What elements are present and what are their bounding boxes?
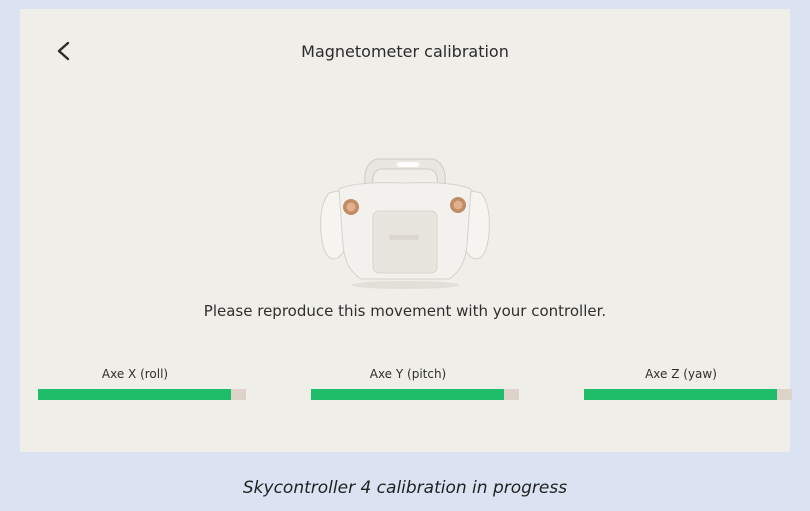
axis-x-label: Axe X (roll) bbox=[101, 367, 169, 381]
axis-y-progress: Axe Y (pitch) bbox=[311, 367, 519, 400]
calibration-screen: Magnetometer calibration Please reproduc… bbox=[20, 9, 792, 452]
instruction-text: Please reproduce this movement with your… bbox=[203, 302, 607, 320]
axis-z-track bbox=[584, 389, 792, 400]
axis-z-fill bbox=[584, 389, 778, 400]
axis-x-track bbox=[38, 389, 246, 400]
figure-caption: Skycontroller 4 calibration in progress bbox=[242, 478, 568, 498]
axis-x-progress: Axe X (roll) bbox=[38, 367, 246, 400]
page-title: Magnetometer calibration bbox=[301, 42, 509, 61]
axis-y-label: Axe Y (pitch) bbox=[369, 367, 447, 381]
axis-x-fill bbox=[38, 389, 232, 400]
axis-z-progress: Axe Z (yaw) bbox=[584, 367, 792, 400]
controller-illustration bbox=[320, 158, 490, 289]
axis-y-track bbox=[311, 389, 519, 400]
axis-y-fill bbox=[311, 389, 505, 400]
axis-z-label: Axe Z (yaw) bbox=[645, 367, 717, 381]
